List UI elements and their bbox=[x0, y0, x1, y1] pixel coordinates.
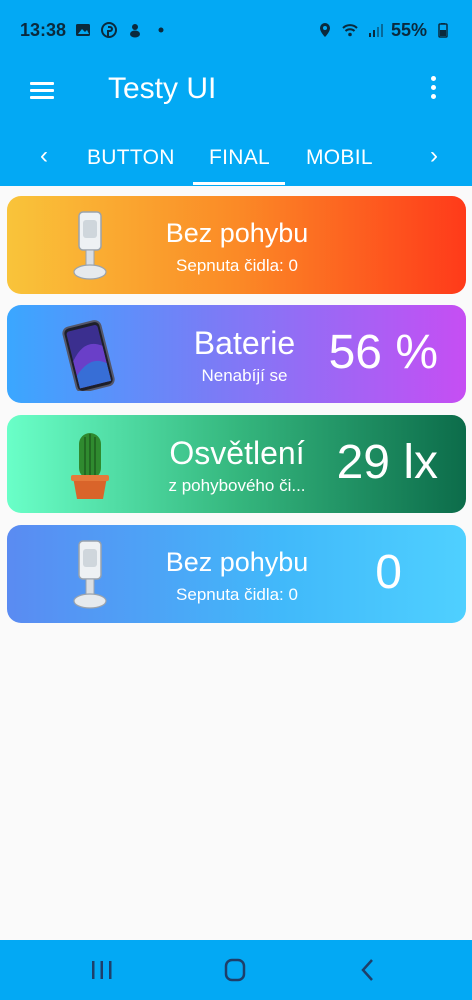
motion-sensor-icon bbox=[55, 537, 125, 611]
tab-prev-arrow-icon[interactable]: ‹ bbox=[40, 142, 48, 170]
card-subtitle: Sepnuta čidla: 0 bbox=[176, 256, 298, 275]
dot-icon bbox=[152, 21, 170, 39]
signal-icon bbox=[366, 21, 384, 39]
app-bar: Testy UI bbox=[0, 60, 472, 122]
status-time: 13:38 bbox=[20, 19, 67, 40]
pinterest-icon bbox=[100, 21, 118, 39]
app-title: Testy UI bbox=[108, 72, 217, 105]
wifi-icon bbox=[341, 21, 359, 39]
card-title: Baterie bbox=[193, 325, 296, 361]
tab-selected-indicator bbox=[193, 182, 285, 185]
tab-mobil[interactable]: MOBIL bbox=[306, 146, 373, 170]
more-vertical-icon[interactable] bbox=[430, 76, 438, 106]
recent-apps-icon[interactable] bbox=[82, 954, 122, 986]
card-subtitle: Sepnuta čidla: 0 bbox=[176, 585, 298, 604]
tab-button[interactable]: BUTTON bbox=[87, 146, 175, 170]
motion-count-value: 0 bbox=[375, 546, 402, 599]
motion-card-1[interactable]: Bez pohybu Sepnuta čidla: 0 bbox=[7, 196, 466, 294]
battery-card[interactable]: Baterie Nenabíjí se 56 % bbox=[7, 305, 466, 403]
tab-next-arrow-icon[interactable]: › bbox=[430, 142, 438, 170]
location-icon bbox=[316, 21, 334, 39]
battery-percent: 55% bbox=[390, 19, 427, 40]
cactus-icon bbox=[55, 427, 125, 501]
bear-icon bbox=[126, 21, 144, 39]
hamburger-menu-icon[interactable] bbox=[30, 78, 66, 106]
gallery-icon bbox=[74, 21, 92, 39]
card-subtitle: Nenabíjí se bbox=[201, 366, 288, 385]
card-subtitle: z pohybového či... bbox=[168, 476, 306, 495]
back-icon[interactable] bbox=[348, 954, 388, 986]
battery-value: 56 % bbox=[328, 326, 438, 379]
motion-sensor-icon bbox=[55, 208, 125, 282]
card-title: Bez pohybu bbox=[165, 218, 309, 248]
home-icon[interactable] bbox=[215, 954, 255, 986]
illumination-card[interactable]: Osvětlení z pohybového či... 29 lx bbox=[7, 415, 466, 513]
tab-final[interactable]: FINAL bbox=[209, 146, 270, 170]
tab-bar: ‹ BUTTON FINAL MOBIL › bbox=[0, 122, 472, 186]
card-title: Osvětlení bbox=[169, 435, 305, 471]
status-bar: 13:38 55% bbox=[0, 0, 472, 60]
smartphone-icon bbox=[55, 317, 125, 393]
card-title: Bez pohybu bbox=[165, 547, 309, 577]
motion-card-2[interactable]: Bez pohybu Sepnuta čidla: 0 0 bbox=[7, 525, 466, 623]
illumination-value: 29 lx bbox=[336, 436, 438, 489]
system-nav-bar bbox=[0, 940, 472, 1000]
battery-icon bbox=[434, 21, 452, 39]
